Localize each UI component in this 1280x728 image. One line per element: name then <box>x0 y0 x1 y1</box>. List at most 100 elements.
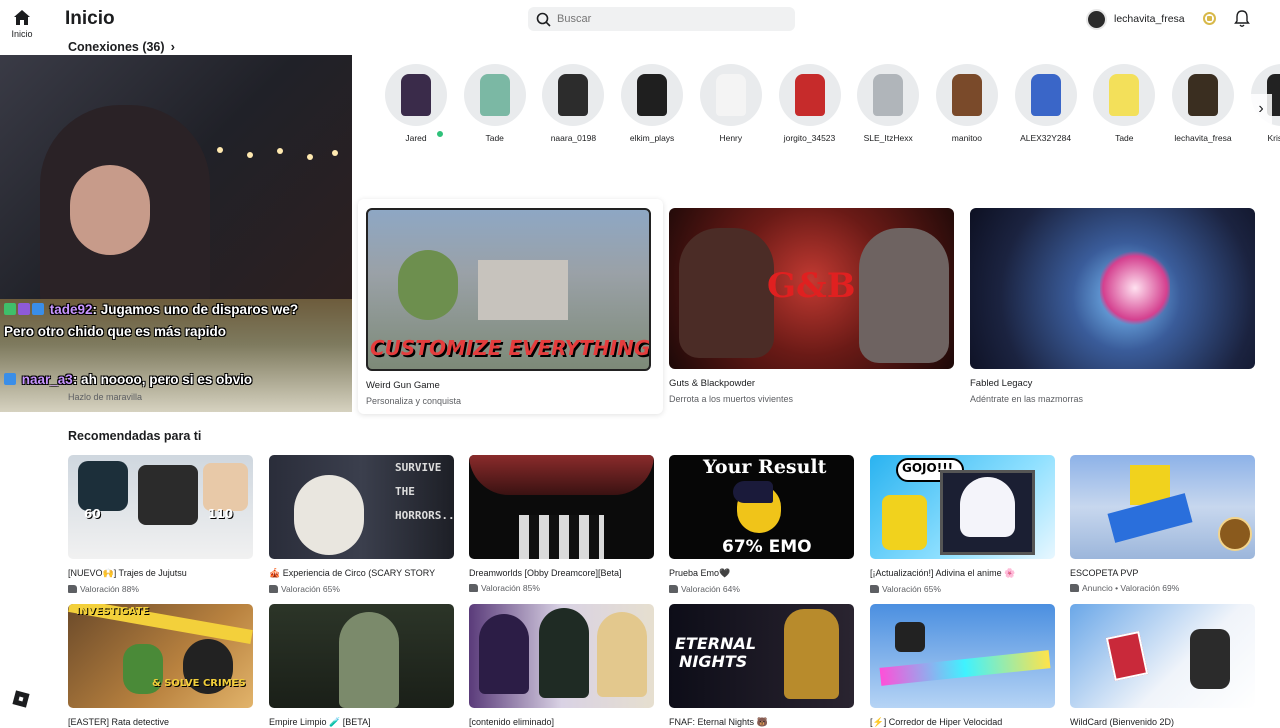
game-thumbnail <box>269 604 454 708</box>
thumb-overlay-text: ETERNAL <box>675 634 757 653</box>
avatar <box>621 64 684 126</box>
friend-item[interactable]: Jared <box>383 64 449 143</box>
thumb-overlay-text: G&B <box>767 266 856 306</box>
avatar <box>1093 64 1156 126</box>
game-thumbnail: 60 110 <box>68 455 253 559</box>
avatar-figure <box>1188 74 1218 116</box>
bell-icon[interactable] <box>1234 10 1250 28</box>
thumbs-up-icon <box>870 585 879 593</box>
friend-name: ALEX32Y284 <box>1020 133 1072 143</box>
friend-name: elkim_plays <box>629 133 675 143</box>
game-rating: Valoración 65% <box>870 584 1055 594</box>
game-thumbnail <box>1070 455 1255 559</box>
game-card[interactable]: ETERNAL NIGHTS FNAF: Eternal Nights 🐻 <box>669 604 854 728</box>
game-title: [NUEVO🙌] Trajes de Jujutsu <box>68 568 187 578</box>
connections-header[interactable]: Conexiones (36) › <box>68 39 175 54</box>
game-title: Guts & Blackpowder <box>669 378 756 389</box>
game-thumbnail: GOJO!!! <box>870 455 1055 559</box>
friend-name: lechavita_fresa <box>1174 133 1232 143</box>
game-card[interactable]: Your Result 67% EMO Prueba Emo🖤 Valoraci… <box>669 455 854 594</box>
streamer-face <box>70 165 150 255</box>
chevron-right-icon[interactable]: › <box>1250 94 1272 124</box>
friend-item[interactable]: lechavita_fresa <box>1170 64 1236 143</box>
thumb-ceiling <box>469 455 654 495</box>
game-title: Empire Limpio 🧪 [BETA] <box>269 717 371 727</box>
featured-game-card[interactable]: G&B Guts & Blackpowder Derrota a los mue… <box>669 208 954 404</box>
game-title: Fabled Legacy <box>970 378 1033 389</box>
friend-item[interactable]: Tade <box>462 64 528 143</box>
badge-icon <box>18 303 30 315</box>
game-thumbnail: Your Result 67% EMO <box>669 455 854 559</box>
thumbs-up-icon <box>1070 584 1079 592</box>
thumbs-up-icon <box>469 584 478 592</box>
avatar-figure <box>1030 74 1061 116</box>
game-title: Weird Gun Game <box>366 380 440 391</box>
avatar-figure <box>401 74 431 116</box>
avatar-figure <box>873 74 904 116</box>
game-subtitle: Personaliza y conquista <box>366 396 462 406</box>
featured-game-card[interactable]: Fabled Legacy Adéntrate en las mazmorras <box>970 208 1255 404</box>
friend-item[interactable]: manitoo <box>934 64 1000 143</box>
thumb-character <box>895 622 925 652</box>
search-input[interactable] <box>557 13 777 25</box>
game-title: ESCOPETA PVP <box>1070 568 1139 578</box>
robux-icon[interactable] <box>1203 12 1216 25</box>
thumb-building <box>478 260 568 320</box>
game-card[interactable]: INVESTIGATE & SOLVE CRIMES [EASTER] Rata… <box>68 604 253 727</box>
game-card[interactable]: SURVIVE THE HORRORS... 🎪 Experiencia de … <box>269 455 454 594</box>
friend-name: manitoo <box>951 133 983 143</box>
friend-item[interactable]: ALEX32Y284 <box>1013 64 1079 143</box>
thumb-emoji-hair <box>733 481 773 503</box>
game-card[interactable]: [⚡] Corredor de Hiper Velocidad <box>870 604 1055 728</box>
friend-item[interactable]: SLE_ItzHexx <box>855 64 921 143</box>
roblox-logo-icon[interactable] <box>12 690 30 708</box>
thumb-character <box>479 614 529 694</box>
thumb-overlay-text: CUSTOMIZE EVERYTHING <box>370 336 651 360</box>
chat-username: tade92 <box>49 302 93 317</box>
game-rating: Valoración 88% <box>68 584 253 594</box>
game-title: WildCard (Bienvenido 2D) <box>1070 717 1175 727</box>
game-thumbnail <box>870 604 1055 708</box>
game-thumbnail <box>469 604 654 708</box>
thumb-overlay-text: INVESTIGATE <box>76 606 150 617</box>
thumbs-up-icon <box>669 585 678 593</box>
friend-name: Krisbla: <box>1267 133 1280 143</box>
game-rating: Valoración 85% <box>469 583 654 593</box>
game-thumbnail <box>469 455 654 559</box>
game-card[interactable]: 60 110 [NUEVO🙌] Trajes de Jujutsu Valora… <box>68 455 253 594</box>
game-title: [contenido eliminado] <box>469 717 555 727</box>
game-card[interactable]: Empire Limpio 🧪 [BETA] <box>269 604 454 728</box>
thumb-creature <box>339 612 399 708</box>
search-bar[interactable] <box>528 7 795 31</box>
friend-item[interactable]: Tade <box>1091 64 1157 143</box>
game-card[interactable]: [contenido eliminado] <box>469 604 654 727</box>
chat-username: naar_a3 <box>21 372 73 387</box>
thumb-overlay-text: 110 <box>208 507 234 521</box>
thumb-speed-trail <box>879 650 1051 686</box>
game-rating: Valoración 65% <box>269 584 454 594</box>
featured-game-card[interactable]: CUSTOMIZE EVERYTHING Weird Gun Game Pers… <box>366 208 651 406</box>
friend-item[interactable]: naara_0198 <box>540 64 606 143</box>
nav-home[interactable]: Inicio <box>8 10 36 39</box>
game-thumbnail: SURVIVE THE HORRORS... <box>269 455 454 559</box>
page-title: Inicio <box>65 8 115 29</box>
avatar-figure <box>794 74 825 116</box>
game-thumbnail: ETERNAL NIGHTS <box>669 604 854 708</box>
friend-item[interactable]: Henry <box>698 64 764 143</box>
game-thumbnail: INVESTIGATE & SOLVE CRIMES <box>68 604 253 708</box>
avatar <box>935 64 998 126</box>
game-card[interactable]: ESCOPETA PVP Anuncio • Valoración 69% <box>1070 455 1255 593</box>
search-icon <box>536 12 551 27</box>
avatar-figure <box>558 74 589 116</box>
game-card[interactable]: Dreamworlds [Obby Dreamcore][Beta] Valor… <box>469 455 654 593</box>
avatar-figure <box>479 74 510 116</box>
thumb-overlay-text: NIGHTS <box>679 652 748 671</box>
game-card[interactable]: GOJO!!! [¡Actualización!] Adivina el ani… <box>870 455 1055 594</box>
user-profile[interactable]: lechavita_fresa <box>1086 8 1185 30</box>
friend-item[interactable]: jorgito_34523 <box>777 64 843 143</box>
friend-item[interactable]: elkim_plays <box>619 64 685 143</box>
avatar <box>1014 64 1077 126</box>
thumb-overlay-text: 67% EMO <box>722 537 812 557</box>
thumb-overlay-text: SURVIVE <box>395 461 442 474</box>
game-card[interactable]: WildCard (Bienvenido 2D) <box>1070 604 1255 727</box>
